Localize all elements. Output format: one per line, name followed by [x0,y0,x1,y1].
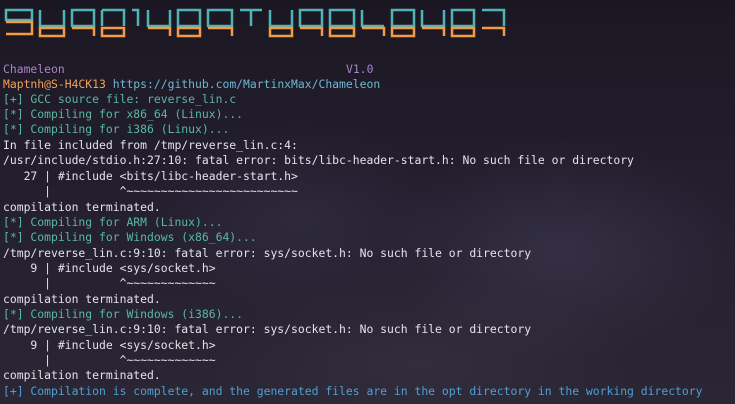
log-line: 9 | #include <sys/socket.h> [3,261,216,275]
author-handle: Maptnh@S-H4CK13 [3,77,106,91]
log-line: [+] GCC source file: reverse_lin.c [3,92,237,106]
log-line: | ^~~~~~~~~~~~~~~~~~~~~~~~~~ [3,184,298,198]
log-line: | ^~~~~~~~~~~~~~ [3,276,216,290]
header-line-2: Maptnh@S-H4CK13 https://github.com/Marti… [3,77,380,92]
log-line: /usr/include/stdio.h:27:10: fatal error:… [3,153,634,167]
log-line: [*] Compiling for Windows (i386)... [3,307,244,321]
log-line: [*] Compiling for ARM (Linux)... [3,215,223,229]
ascii-banner-logo [4,8,506,38]
log-line: compilation terminated. [3,200,161,214]
log-line: /tmp/reverse_lin.c:9:10: fatal error: sy… [3,246,532,260]
log-line: [*] Compiling for x86_64 (Linux)... [3,107,244,121]
log-line: [+] Compilation is complete, and the gen… [3,384,703,398]
log-line: [*] Compiling for i386 (Linux)... [3,122,230,136]
header-line-1: Chameleon V1.0 [3,62,373,77]
log-line: 9 | #include <sys/socket.h> [3,338,216,352]
app-version: V1.0 [346,62,374,76]
github-link[interactable]: https://github.com/MartinxMax/Chameleon [113,77,380,91]
app-name: Chameleon [3,62,65,76]
log-line: In file included from /tmp/reverse_lin.c… [3,138,298,152]
log-line: | ^~~~~~~~~~~~~~ [3,353,216,367]
log-line: [*] Compiling for Windows (x86_64)... [3,230,257,244]
terminal-window[interactable]: Chameleon V1.0 Maptnh@S-H4CK13 https://gi… [0,0,735,404]
log-line: compilation terminated. [3,292,161,306]
log-line: 27 | #include <bits/libc-header-start.h> [3,169,298,183]
log-line: /tmp/reverse_lin.c:9:10: fatal error: sy… [3,322,532,336]
log-line: compilation terminated. [3,368,161,382]
